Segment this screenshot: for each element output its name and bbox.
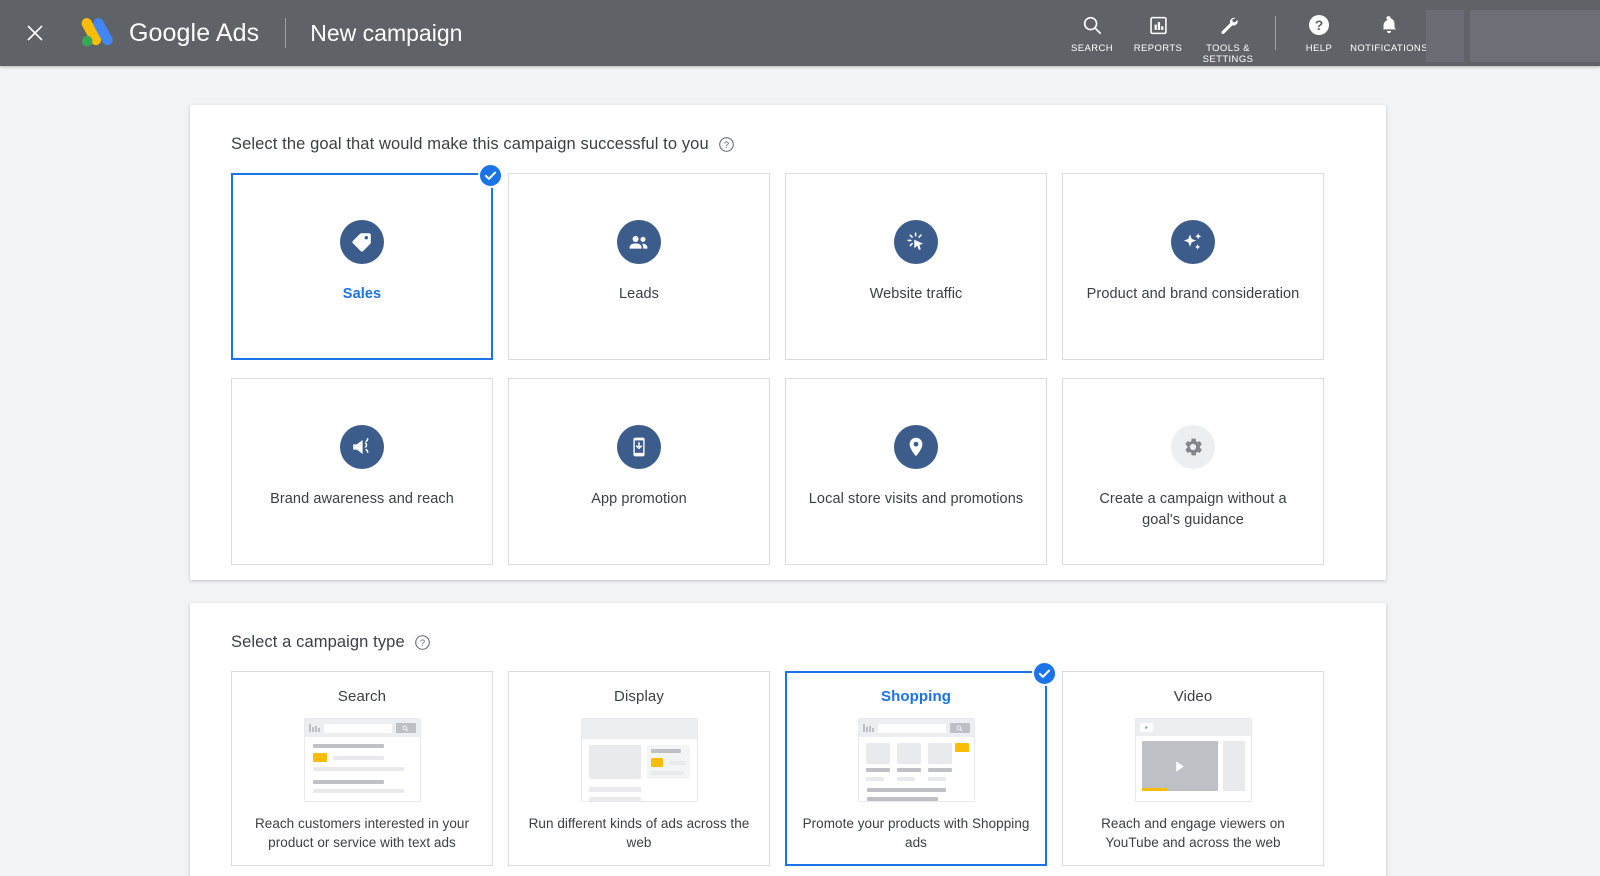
sparkle-icon: [1171, 220, 1215, 264]
campaign-type-card-search[interactable]: Search Reach customers interested in you…: [231, 671, 493, 866]
goal-cards-grid: Sales Leads Website traffic Product and …: [231, 163, 1345, 565]
goal-card-sales-label: Sales: [342, 286, 382, 302]
main-content: Select the goal that would make this cam…: [0, 66, 1600, 876]
goal-card-local-store-visits-label: Local store visits and promotions: [808, 491, 1024, 507]
header-actions-divider: [1275, 16, 1276, 50]
app-header: Google Ads New campaign SEARCH REPORTS T…: [0, 0, 1600, 66]
people-icon: [617, 220, 661, 264]
megaphone-icon: [340, 425, 384, 469]
header-action-help-label: HELP: [1305, 43, 1333, 54]
goal-card-website-traffic[interactable]: Website traffic: [785, 173, 1047, 360]
header-action-search-label: SEARCH: [1071, 43, 1113, 54]
close-icon[interactable]: [18, 16, 52, 50]
goal-card-brand-awareness[interactable]: Brand awareness and reach: [231, 378, 493, 565]
campaign-type-card-search-title: Search: [337, 688, 387, 705]
brand-title: Google Ads: [129, 19, 259, 48]
search-icon: [1081, 12, 1103, 38]
header-left-group: Google Ads New campaign: [0, 16, 462, 50]
tools-settings-icon: [1217, 12, 1239, 38]
selected-check-icon: [1032, 661, 1057, 686]
shopping-products-thumbnail: [857, 718, 975, 802]
page-title: New campaign: [310, 19, 463, 46]
map-pin-icon: [894, 425, 938, 469]
campaign-type-card-video-desc: Reach and engage viewers on YouTube and …: [1101, 816, 1285, 850]
campaign-type-card-display-title: Display: [614, 688, 664, 705]
goal-card-no-goal-guidance[interactable]: Create a campaign without a goal's guida…: [1062, 378, 1324, 565]
header-placeholder-block-right: [1470, 10, 1600, 62]
header-actions: SEARCH REPORTS TOOLS & SETTINGS ? HELP N…: [1059, 0, 1600, 66]
notifications-bell-icon: [1378, 12, 1400, 38]
svg-text:?: ?: [1315, 17, 1324, 33]
campaign-type-card-shopping-title: Shopping: [881, 688, 951, 705]
types-section-title: Select a campaign type ?: [231, 633, 1345, 652]
header-action-tools-settings-label: TOOLS & SETTINGS: [1202, 43, 1254, 65]
campaign-type-cards-grid: Search Reach customers interested in you…: [231, 661, 1345, 866]
goal-card-leads-label: Leads: [618, 286, 659, 302]
goal-card-website-traffic-label: Website traffic: [869, 286, 963, 302]
search-results-thumbnail: [303, 718, 421, 802]
header-divider: [285, 18, 287, 48]
goal-card-app-promotion[interactable]: App promotion: [508, 378, 770, 565]
header-action-reports[interactable]: REPORTS: [1125, 10, 1191, 54]
goals-panel: Select the goal that would make this cam…: [190, 105, 1386, 580]
help-circle-icon[interactable]: ?: [414, 634, 431, 651]
campaign-types-panel: Select a campaign type ? Search Reach cu…: [190, 603, 1386, 876]
header-action-search[interactable]: SEARCH: [1059, 10, 1125, 54]
display-banner-thumbnail: [580, 718, 698, 802]
goal-card-leads[interactable]: Leads: [508, 173, 770, 360]
selected-check-icon: [478, 163, 503, 188]
goal-card-product-brand-consideration[interactable]: Product and brand consideration: [1062, 173, 1324, 360]
gear-icon: [1171, 425, 1215, 469]
goals-section-title: Select the goal that would make this cam…: [231, 135, 1345, 154]
header-action-tools-settings[interactable]: TOOLS & SETTINGS: [1191, 10, 1265, 65]
campaign-type-card-display[interactable]: Display Run different kinds of ads acros…: [508, 671, 770, 866]
help-circle-icon[interactable]: ?: [718, 136, 735, 153]
cursor-click-icon: [894, 220, 938, 264]
campaign-type-card-display-desc: Run different kinds of ads across the we…: [528, 816, 750, 850]
brand-google-text: Google: [129, 18, 211, 47]
types-section-title-text: Select a campaign type: [231, 633, 405, 651]
google-ads-logo-icon: [78, 16, 116, 50]
goals-section-title-text: Select the goal that would make this cam…: [231, 135, 709, 153]
header-action-reports-label: REPORTS: [1133, 43, 1183, 54]
campaign-type-card-search-desc: Reach customers interested in your produ…: [254, 816, 470, 850]
goal-card-no-goal-guidance-label: Create a campaign without a goal's guida…: [1099, 491, 1287, 528]
goal-card-app-promotion-label: App promotion: [591, 491, 687, 507]
goal-card-sales[interactable]: Sales: [231, 163, 503, 360]
mobile-download-icon: [617, 425, 661, 469]
campaign-type-card-video-title: Video: [1173, 688, 1213, 705]
help-icon: ?: [1307, 12, 1331, 38]
reports-icon: [1148, 12, 1169, 38]
goal-card-product-brand-consideration-label: Product and brand consideration: [1086, 286, 1300, 302]
header-action-help[interactable]: ? HELP: [1286, 10, 1352, 54]
goal-card-brand-awareness-label: Brand awareness and reach: [270, 491, 454, 507]
header-placeholder-block-left: [1426, 10, 1464, 62]
campaign-type-card-shopping[interactable]: Shopping Promote your products with Shop…: [785, 661, 1057, 866]
campaign-type-card-shopping-desc: Promote your products with Shopping ads: [802, 816, 1030, 850]
header-action-notifications[interactable]: NOTIFICATIONS: [1350, 10, 1428, 54]
header-action-notifications-label: NOTIFICATIONS: [1350, 43, 1428, 54]
svg-text:?: ?: [724, 140, 729, 150]
campaign-type-card-video[interactable]: Video Reach and engage viewers on YouTub…: [1062, 671, 1324, 866]
svg-text:?: ?: [420, 638, 425, 648]
brand-ads-text: Ads: [215, 18, 260, 47]
price-tag-icon: [340, 220, 384, 264]
video-player-thumbnail: [1134, 718, 1252, 802]
goal-card-local-store-visits[interactable]: Local store visits and promotions: [785, 378, 1047, 565]
